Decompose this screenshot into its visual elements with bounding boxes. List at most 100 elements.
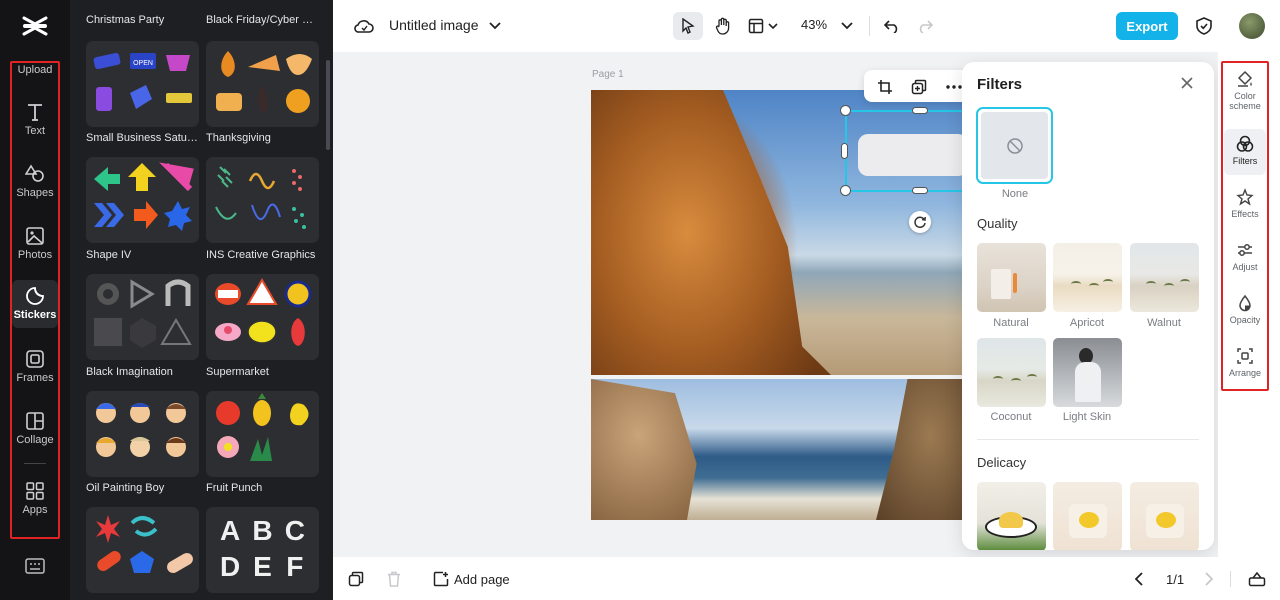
zoom-chevron-down-icon[interactable] [839, 18, 855, 34]
more-options-icon[interactable] [944, 78, 964, 96]
hand-icon [715, 17, 730, 35]
top-bar: Untitled image 43% Export [333, 0, 1280, 52]
palm [1011, 378, 1021, 384]
rail-divider [24, 463, 46, 464]
add-page-icon[interactable] [432, 570, 450, 588]
palm [993, 376, 1003, 382]
stickers-icon [26, 287, 44, 305]
filter-thumb-natural[interactable] [977, 243, 1046, 312]
app-root: Upload Text Shapes Photos Stickers Frame… [0, 0, 1280, 600]
opacity-icon [1239, 294, 1251, 312]
resize-handle-left[interactable] [841, 143, 848, 159]
left-rail: Upload Text Shapes Photos Stickers Frame… [0, 0, 70, 600]
rail-item-label: Upload [17, 64, 53, 76]
rail-item-label: Opacity [1229, 315, 1261, 325]
resize-handle-bottom-left[interactable] [840, 185, 851, 196]
chevron-down-icon[interactable] [487, 18, 503, 34]
photo-frame [991, 269, 1011, 299]
rail-item-filters[interactable]: Filters [1224, 129, 1266, 175]
sticker-tile-supermarket[interactable] [206, 274, 319, 360]
filter-label: None [1001, 188, 1029, 200]
bottom-bar: Add page 1/1 [333, 557, 1280, 600]
floating-toolbar [864, 70, 974, 102]
zoom-level[interactable]: 43% [801, 17, 827, 32]
capcut-logo-icon[interactable] [20, 12, 50, 40]
filter-label: Light Skin [1062, 411, 1112, 423]
user-avatar[interactable] [1239, 13, 1265, 39]
rail-item-apps[interactable]: Apps [12, 475, 58, 525]
rail-item-color-scheme[interactable]: Color scheme [1224, 64, 1266, 116]
filter-thumb-delicacy-2[interactable] [1053, 482, 1122, 550]
filter-thumb-light-skin[interactable] [1053, 338, 1122, 407]
rail-item-text[interactable]: Text [12, 96, 58, 146]
sticker-tile-small-business[interactable]: OPEN [86, 41, 199, 127]
next-page-icon[interactable] [1200, 570, 1218, 588]
hand-tool-button[interactable] [709, 12, 737, 40]
rail-item-arrange[interactable]: Arrange [1224, 341, 1266, 387]
previous-page-icon[interactable] [1130, 570, 1148, 588]
photo-rock-right [876, 379, 966, 520]
letter-sticker: F [286, 551, 304, 582]
sticker-tile-shape-iv[interactable] [86, 157, 199, 243]
document-title[interactable]: Untitled image [389, 17, 479, 33]
select-tool-button[interactable] [673, 12, 703, 40]
category-label: Small Business Saturd... [86, 132, 200, 144]
photo-rock-left [591, 379, 697, 520]
page-counter: 1/1 [1166, 572, 1185, 587]
export-button[interactable]: Export [1116, 12, 1178, 40]
rail-item-label: Photos [17, 249, 53, 261]
selection-box[interactable] [845, 110, 965, 192]
expand-pages-icon[interactable] [1247, 569, 1267, 589]
filter-thumb-delicacy-1[interactable] [977, 482, 1046, 550]
filter-none[interactable] [976, 107, 1053, 184]
rail-item-shapes[interactable]: Shapes [12, 158, 58, 208]
category-label: INS Creative Graphics [206, 249, 316, 261]
letter-sticker: E [253, 551, 272, 582]
rail-item-photos[interactable]: Photos [12, 220, 58, 270]
add-page-button[interactable]: Add page [454, 572, 510, 587]
rotate-handle[interactable] [909, 211, 931, 233]
category-label: Fruit Punch [206, 482, 263, 494]
keyboard-shortcuts-icon[interactable] [25, 558, 45, 579]
delete-page-icon[interactable] [385, 570, 403, 588]
cloud-save-icon[interactable] [353, 16, 375, 36]
sticker-tile-thanksgiving[interactable] [206, 41, 319, 127]
resize-handle-bottom[interactable] [912, 187, 928, 194]
rail-item-label: Color scheme [1229, 91, 1261, 111]
resize-handle-top-left[interactable] [840, 105, 851, 116]
rail-item-adjust[interactable]: Adjust [1224, 235, 1266, 281]
resize-handle-top[interactable] [912, 107, 928, 114]
close-icon[interactable] [1180, 76, 1194, 95]
rail-item-label: Text [24, 125, 46, 137]
rail-item-frames[interactable]: Frames [12, 343, 58, 393]
filter-thumb-delicacy-3[interactable] [1130, 482, 1199, 550]
cake [999, 512, 1023, 528]
rail-item-collage[interactable]: Collage [12, 405, 58, 455]
duplicate-icon[interactable] [910, 78, 928, 96]
effects-icon [1236, 188, 1254, 206]
stickers-panel-scrollbar[interactable] [326, 60, 330, 150]
duplicate-page-icon[interactable] [347, 570, 365, 588]
sticker-tile-ins-creative-graphics[interactable] [206, 157, 319, 243]
sticker-tile-black-imagination[interactable] [86, 274, 199, 360]
redo-icon[interactable] [915, 16, 935, 36]
layout-menu-button[interactable] [743, 12, 783, 40]
filter-thumb-coconut[interactable] [977, 338, 1046, 407]
sticker-tile-fruit-punch[interactable] [206, 391, 319, 477]
frames-icon [26, 350, 44, 368]
sticker-tile-oil-painting-boy[interactable] [86, 391, 199, 477]
crop-icon[interactable] [876, 78, 894, 96]
sticker-tile-letters[interactable]: A B C D E F [206, 507, 319, 593]
rail-item-opacity[interactable]: Opacity [1224, 288, 1266, 334]
collage-photo-bottom[interactable] [591, 379, 966, 520]
filter-thumb-apricot[interactable] [1053, 243, 1122, 312]
category-label: Black Imagination [86, 366, 173, 378]
rail-item-stickers[interactable]: Stickers [12, 280, 58, 328]
color-scheme-icon [1237, 70, 1253, 87]
rail-item-effects[interactable]: Effects [1224, 182, 1266, 228]
filter-thumb-walnut[interactable] [1130, 243, 1199, 312]
undo-icon[interactable] [882, 16, 902, 36]
sticker-tile-colorful-shapes[interactable] [86, 507, 199, 593]
flower-stem [1013, 273, 1017, 293]
shield-icon[interactable] [1193, 15, 1215, 37]
